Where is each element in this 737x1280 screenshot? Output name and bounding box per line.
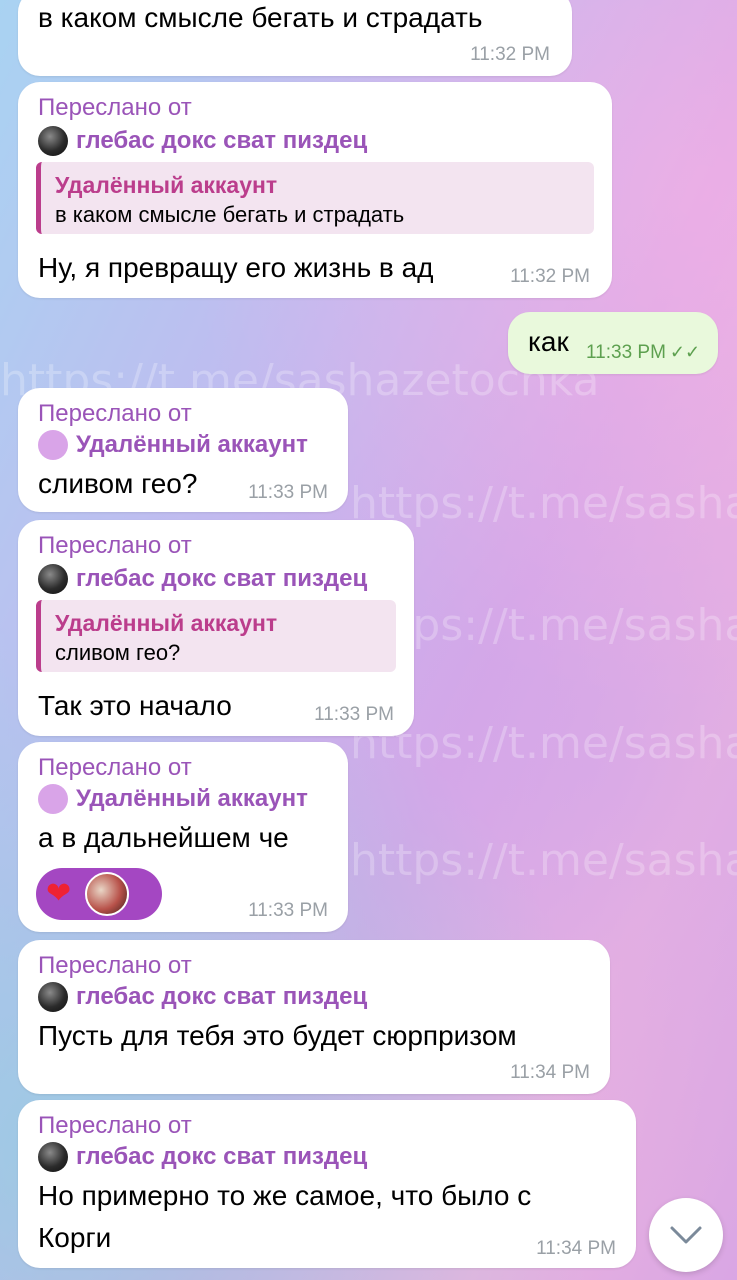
message-time: 11:32 PM — [470, 44, 550, 65]
message-text: как — [528, 326, 569, 357]
reaction-avatar — [85, 872, 130, 916]
forward-sender[interactable]: Удалённый аккаунт — [38, 784, 308, 814]
message-bubble[interactable]: в каком смысле бегать и страдать 11:32 P… — [18, 0, 572, 76]
message-text: Пусть для тебя это будет сюрпризом — [38, 1020, 517, 1051]
message-time: 11:33 PM — [248, 900, 328, 921]
message-text: сливом гео? — [38, 468, 198, 499]
reaction-chip[interactable]: ❤ — [36, 868, 162, 920]
message-time: 11:33 PM — [314, 704, 394, 725]
forwarded-label: Переслано от — [38, 754, 192, 781]
watermark: https://t.me/sashazetochka — [350, 478, 737, 529]
message-text: в каком смысле бегать и страдать — [38, 2, 483, 33]
reply-quote[interactable]: Удалённый аккаунт в каком смысле бегать … — [36, 162, 594, 234]
forwarded-message[interactable]: Переслано от глебас докс сват пиздец Уда… — [18, 520, 414, 736]
reply-quote[interactable]: Удалённый аккаунт сливом гео? — [36, 600, 396, 672]
message-text: Так это начало — [38, 690, 232, 721]
message-text: Ну, я превращу его жизнь в ад — [38, 252, 434, 283]
forwarded-label: Переслано от — [38, 1112, 192, 1139]
message-time: 11:33 PM — [248, 482, 328, 503]
scroll-to-bottom-button[interactable] — [649, 1198, 723, 1272]
forwarded-label: Переслано от — [38, 400, 192, 427]
avatar — [38, 1142, 68, 1172]
heart-icon: ❤ — [46, 877, 72, 910]
message-text: а в дальнейшем че — [38, 822, 289, 853]
sender-name: глебас докс сват пиздец — [76, 565, 368, 592]
forwarded-label: Переслано от — [38, 94, 192, 121]
quote-author: Удалённый аккаунт — [55, 610, 278, 636]
message-text-line: Корги — [38, 1222, 112, 1253]
message-time: 11:33 PM ✓✓ — [586, 342, 700, 364]
forward-sender[interactable]: Удалённый аккаунт — [38, 430, 308, 460]
avatar — [38, 430, 68, 460]
avatar — [38, 784, 68, 814]
double-check-icon: ✓✓ — [669, 342, 701, 362]
sender-name: глебас докс сват пиздец — [76, 1143, 368, 1170]
forward-sender[interactable]: глебас докс сват пиздец — [38, 564, 367, 594]
forwarded-label: Переслано от — [38, 952, 192, 979]
forward-sender[interactable]: глебас докс сват пиздец — [38, 126, 367, 156]
forwarded-message[interactable]: Переслано от Удалённый аккаунт а в дальн… — [18, 742, 348, 932]
forward-sender[interactable]: глебас докс сват пиздец — [38, 1142, 367, 1172]
sender-name: Удалённый аккаунт — [76, 785, 308, 812]
quote-text: сливом гео? — [55, 640, 181, 665]
message-time: 11:34 PM — [510, 1062, 590, 1083]
message-time: 11:34 PM — [536, 1238, 616, 1259]
message-time: 11:32 PM — [510, 266, 590, 287]
sender-name: Удалённый аккаунт — [76, 431, 308, 458]
forwarded-message[interactable]: Переслано от глебас докс сват пиздец Пус… — [18, 940, 610, 1094]
message-time-text: 11:33 PM — [586, 342, 666, 363]
outgoing-message[interactable]: как 11:33 PM ✓✓ — [508, 312, 718, 374]
message-text-line: Но примерно то же самое, что было с — [38, 1180, 532, 1211]
avatar — [38, 982, 68, 1012]
forwarded-message[interactable]: Переслано от глебас докс сват пиздец Но … — [18, 1100, 636, 1268]
forward-sender[interactable]: глебас докс сват пиздец — [38, 982, 367, 1012]
quote-text: в каком смысле бегать и страдать — [55, 202, 405, 227]
avatar — [38, 126, 68, 156]
watermark: https://t.me/sashazetochka — [350, 835, 737, 886]
forwarded-message[interactable]: Переслано от Удалённый аккаунт сливом ге… — [18, 388, 348, 512]
chevron-down-icon — [670, 1226, 702, 1244]
forwarded-label: Переслано от — [38, 532, 192, 559]
forwarded-message[interactable]: Переслано от глебас докс сват пиздец Уда… — [18, 82, 612, 298]
sender-name: глебас докс сват пиздец — [76, 127, 368, 154]
quote-author: Удалённый аккаунт — [55, 172, 278, 198]
sender-name: глебас докс сват пиздец — [76, 983, 368, 1010]
avatar — [38, 564, 68, 594]
